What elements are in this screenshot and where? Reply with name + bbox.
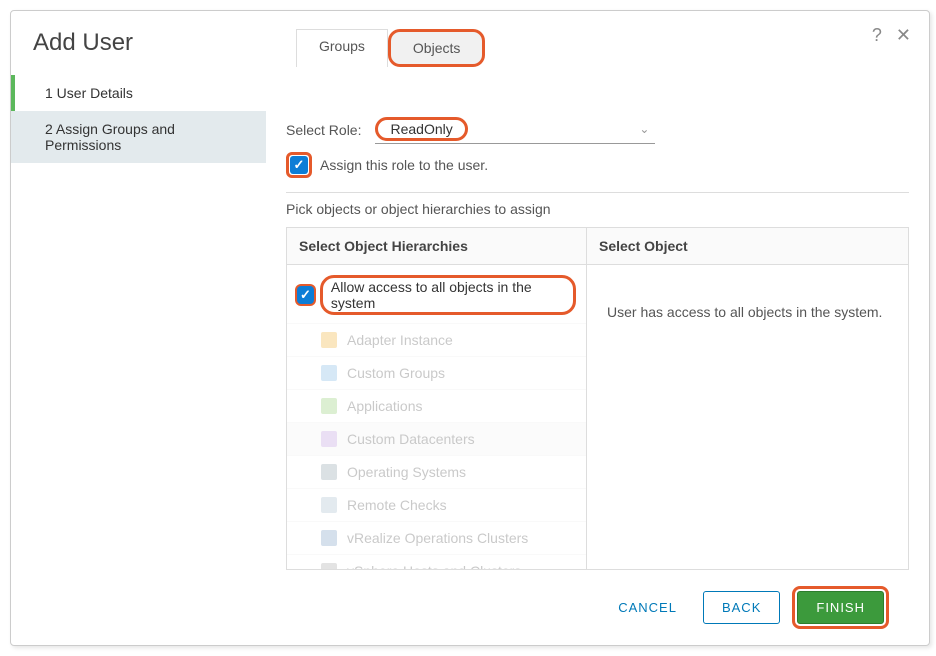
tree-item-label: vRealize Operations Clusters (347, 530, 528, 546)
tree-item-label: Custom Datacenters (347, 431, 475, 447)
objects-form: Select Role: ReadOnly ⌄ ✓ Assign this ro… (286, 67, 909, 645)
tree-item[interactable]: Custom Groups (287, 356, 586, 389)
tree-item[interactable]: Adapter Instance (287, 323, 586, 356)
tree-item-label: Custom Groups (347, 365, 445, 381)
tree-item[interactable]: vSphere Hosts and Clusters (287, 554, 586, 569)
dialog-title: Add User (11, 29, 266, 75)
allow-all-row: ✓ Allow access to all objects in the sys… (287, 265, 586, 323)
hierarchies-column: Select Object Hierarchies ✓ Allow access… (287, 228, 587, 569)
assign-checkbox-highlight: ✓ (286, 152, 312, 178)
tree-item-label: Adapter Instance (347, 332, 453, 348)
tree-item-label: Applications (347, 398, 423, 414)
add-user-dialog: Add User 1 User Details 2 Assign Groups … (10, 10, 930, 646)
hierarchy-container: Select Object Hierarchies ✓ Allow access… (286, 227, 909, 570)
hierarchies-header: Select Object Hierarchies (287, 228, 586, 265)
select-object-header: Select Object (587, 228, 908, 265)
role-value: ReadOnly (375, 117, 467, 141)
main-panel: ? ✕ Groups Objects Select Role: ReadOnly… (266, 11, 929, 645)
folder-icon (321, 563, 337, 569)
cancel-button[interactable]: CANCEL (604, 592, 691, 623)
select-object-column: Select Object User has access to all obj… (587, 228, 908, 569)
select-role-label: Select Role: (286, 122, 361, 138)
dialog-controls: ? ✕ (872, 25, 911, 46)
finish-highlight: FINISH (792, 586, 889, 629)
assign-role-label: Assign this role to the user. (320, 157, 488, 173)
dialog-body: Add User 1 User Details 2 Assign Groups … (11, 11, 929, 645)
tree-item-label: Remote Checks (347, 497, 447, 513)
folder-icon (321, 398, 337, 414)
tree-item[interactable]: Operating Systems (287, 455, 586, 488)
folder-icon (321, 530, 337, 546)
help-icon[interactable]: ? (872, 25, 882, 46)
tree-item-label: Operating Systems (347, 464, 466, 480)
folder-icon (321, 431, 337, 447)
tab-objects[interactable]: Objects (388, 29, 485, 67)
select-object-message: User has access to all objects in the sy… (587, 265, 908, 323)
assign-role-row: ✓ Assign this role to the user. (286, 152, 909, 178)
dialog-footer: CANCEL BACK FINISH (286, 570, 909, 645)
folder-icon (321, 464, 337, 480)
assign-role-checkbox[interactable]: ✓ (290, 156, 308, 174)
tree-item[interactable]: vRealize Operations Clusters (287, 521, 586, 554)
folder-icon (321, 365, 337, 381)
tree-item[interactable]: Applications (287, 389, 586, 422)
hierarchy-tree: Adapter Instance Custom Groups Application… (287, 323, 586, 569)
step-user-details[interactable]: 1 User Details (11, 75, 266, 111)
folder-icon (321, 332, 337, 348)
back-button[interactable]: BACK (703, 591, 780, 624)
tree-item[interactable]: Remote Checks (287, 488, 586, 521)
tab-bar: Groups Objects (296, 29, 909, 67)
allow-all-label: Allow access to all objects in the syste… (320, 275, 576, 315)
folder-icon (321, 497, 337, 513)
chevron-down-icon: ⌄ (639, 122, 649, 136)
finish-button[interactable]: FINISH (797, 591, 884, 624)
role-dropdown[interactable]: ReadOnly ⌄ (375, 115, 655, 144)
close-icon[interactable]: ✕ (896, 25, 911, 46)
tree-item[interactable]: Custom Datacenters (287, 422, 586, 455)
allow-all-checkbox[interactable]: ✓ (297, 286, 314, 304)
pick-objects-label: Pick objects or object hierarchies to as… (286, 192, 909, 227)
select-role-row: Select Role: ReadOnly ⌄ (286, 115, 909, 144)
wizard-steps: 1 User Details 2 Assign Groups and Permi… (11, 75, 266, 163)
tab-groups[interactable]: Groups (296, 29, 388, 67)
wizard-sidebar: Add User 1 User Details 2 Assign Groups … (11, 11, 266, 645)
step-assign-groups-permissions[interactable]: 2 Assign Groups and Permissions (11, 111, 266, 163)
tree-item-label: vSphere Hosts and Clusters (347, 563, 521, 569)
